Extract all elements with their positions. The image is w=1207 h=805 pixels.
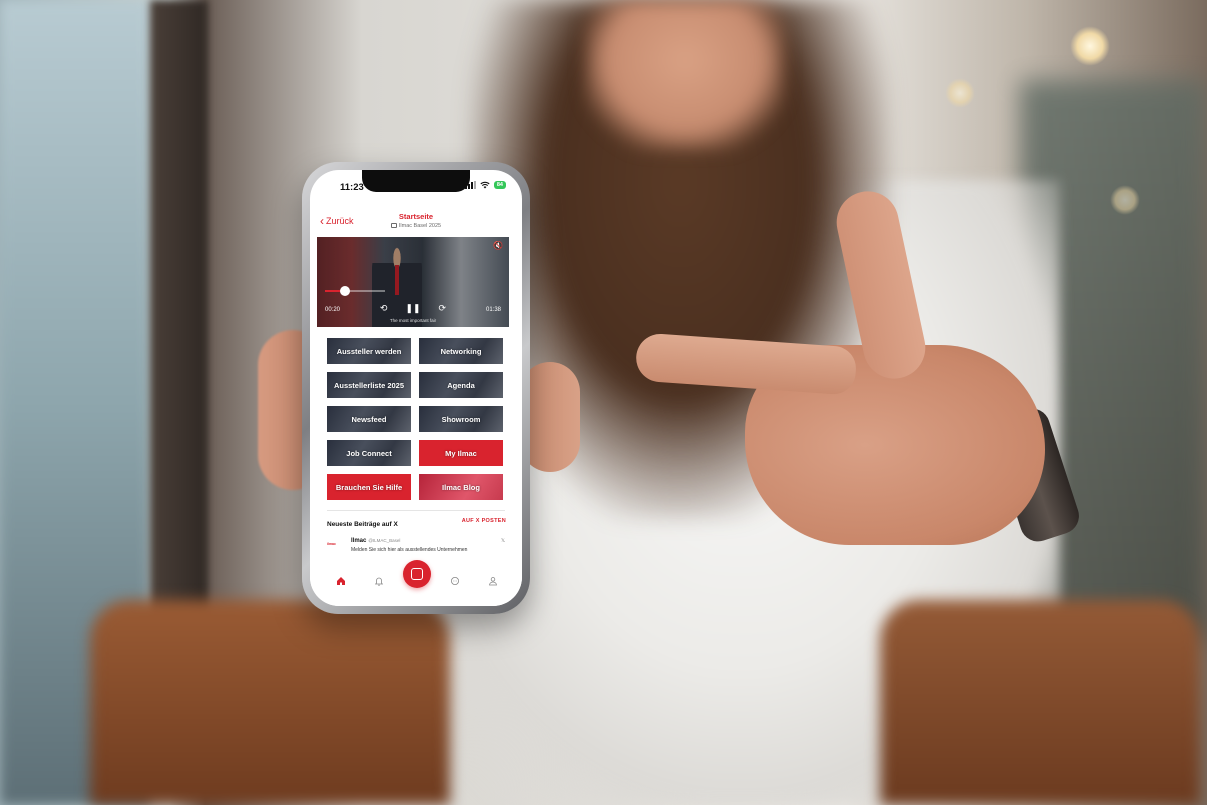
cafe-background-photo bbox=[0, 0, 1207, 805]
home-icon[interactable] bbox=[334, 574, 348, 588]
tile-showroom[interactable]: Showroom bbox=[419, 406, 503, 432]
post-handle: @ILMAC_Basel bbox=[368, 538, 401, 543]
tile-networking[interactable]: Networking bbox=[419, 338, 503, 364]
scan-button[interactable] bbox=[403, 560, 431, 588]
calendar-icon bbox=[390, 223, 397, 228]
menu-tile-grid: Aussteller werden Networking Ausstellerl… bbox=[327, 338, 505, 500]
scan-icon bbox=[411, 568, 423, 580]
post-on-x-link[interactable]: AUF X POSTEN bbox=[462, 518, 506, 524]
video-total-time: 01:38 bbox=[485, 307, 501, 313]
tile-agenda[interactable]: Agenda bbox=[419, 372, 503, 398]
feed-post[interactable]: ilmac Ilmac @ILMAC_Basel Melden Sie sich … bbox=[327, 538, 505, 560]
bottom-tab-bar bbox=[310, 560, 522, 606]
post-author: Ilmac @ILMAC_Basel bbox=[351, 538, 401, 544]
navigation-bar: ‹ Zurück Startseite Ilmac Basel 2025 bbox=[310, 212, 522, 236]
divider bbox=[327, 510, 505, 511]
event-name: Ilmac Basel 2025 bbox=[398, 223, 442, 229]
video-progress-bar[interactable] bbox=[325, 286, 385, 296]
phone-notch bbox=[362, 170, 470, 192]
tile-help[interactable]: Brauchen Sie Hilfe bbox=[327, 474, 411, 500]
forward-10-icon[interactable]: ⟳ bbox=[439, 303, 447, 314]
mute-icon[interactable]: 🔇 bbox=[493, 241, 503, 250]
tile-newsfeed[interactable]: Newsfeed bbox=[327, 406, 411, 432]
tile-job-connect[interactable]: Job Connect bbox=[327, 440, 411, 466]
page-title: Startseite bbox=[398, 212, 434, 221]
status-time: 11:23 bbox=[340, 182, 364, 193]
avatar: ilmac bbox=[327, 542, 336, 546]
smartphone: 11:23 84 ‹ Zurück Startseite Ilmac Basel… bbox=[302, 162, 530, 614]
video-scrubber-handle[interactable] bbox=[339, 286, 350, 296]
chat-icon[interactable] bbox=[448, 574, 462, 588]
rewind-10-icon[interactable]: ⟲ bbox=[380, 303, 388, 314]
event-subtitle: Ilmac Basel 2025 bbox=[310, 223, 522, 229]
user-icon[interactable] bbox=[486, 574, 500, 588]
pause-icon[interactable]: ❚❚ bbox=[405, 303, 420, 314]
video-player[interactable]: 🔇 00:20 ⟲ ❚❚ ⟳ 01:38 The most important … bbox=[317, 237, 509, 327]
bell-icon[interactable] bbox=[372, 574, 386, 588]
post-text: Melden Sie sich hier als ausstellendes U… bbox=[351, 547, 468, 553]
tile-ausstellerliste[interactable]: Ausstellerliste 2025 bbox=[327, 372, 411, 398]
tile-my-ilmac[interactable]: My Ilmac bbox=[419, 440, 503, 466]
wifi-icon bbox=[480, 181, 490, 189]
x-logo-icon: 𝕏 bbox=[500, 538, 505, 544]
video-controls: ⟲ ❚❚ ⟳ bbox=[317, 303, 509, 314]
tile-aussteller-werden[interactable]: Aussteller werden bbox=[327, 338, 411, 364]
app-screen: 11:23 84 ‹ Zurück Startseite Ilmac Basel… bbox=[310, 170, 522, 606]
battery-icon: 84 bbox=[493, 181, 506, 189]
video-caption: The most important fair bbox=[389, 318, 437, 323]
feed-title: Neueste Beiträge auf X bbox=[327, 521, 398, 528]
tile-ilmac-blog[interactable]: Ilmac Blog bbox=[419, 474, 503, 500]
